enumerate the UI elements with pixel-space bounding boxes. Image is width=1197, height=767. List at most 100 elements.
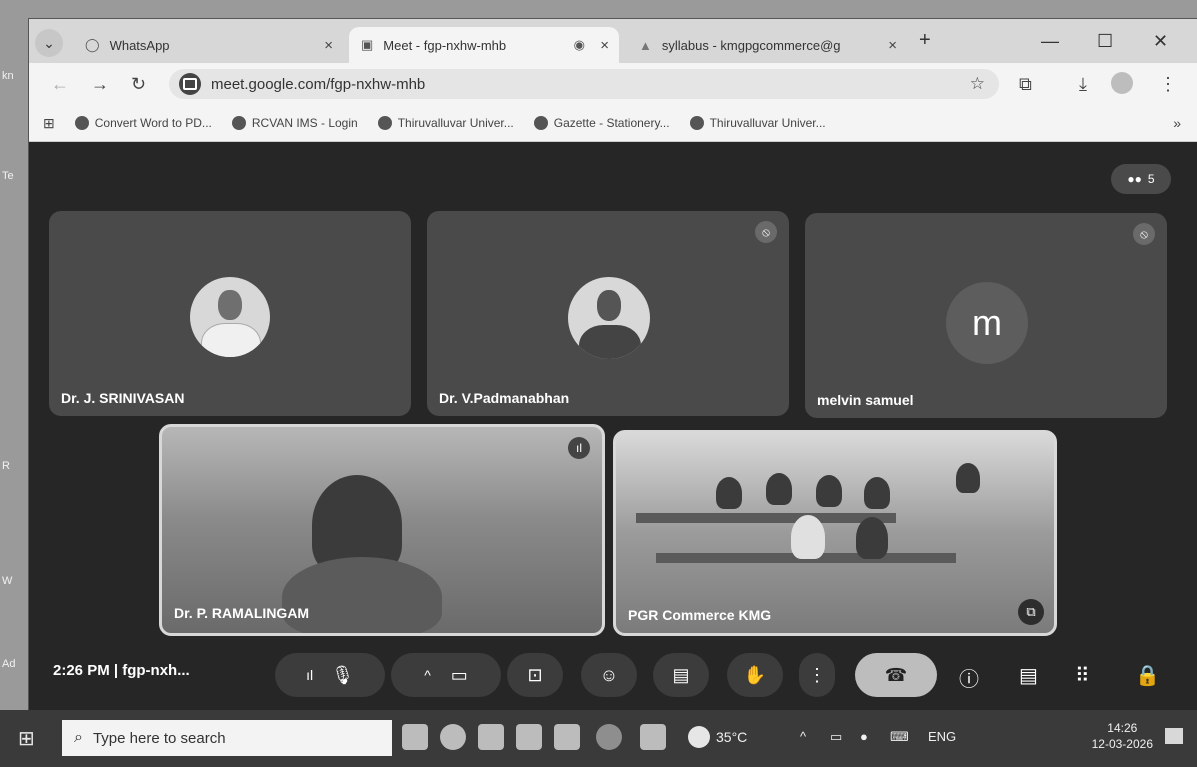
chrome-app-icon[interactable] <box>596 724 622 750</box>
back-icon[interactable]: ← <box>51 74 69 95</box>
bookmark-item[interactable]: Convert Word to PD... <box>74 116 212 130</box>
participant-name: Dr. J. SRINIVASAN <box>61 390 185 406</box>
meeting-info-icon[interactable]: ⓘ <box>959 663 979 692</box>
present-icon: ⊡ <box>527 664 543 685</box>
language-indicator[interactable]: ENG <box>928 729 956 744</box>
chat-icon[interactable]: ▤ <box>1019 663 1038 688</box>
close-icon[interactable]: × <box>324 37 333 54</box>
mic-icon: 🎙 <box>331 664 354 685</box>
reframe-icon[interactable]: ⧉ <box>1018 599 1044 625</box>
mic-off-icon: ⦸ <box>755 221 777 243</box>
bookmark-favicon-icon <box>74 116 89 130</box>
clock-date: 12-03-2026 <box>1091 737 1153 751</box>
bookmark-item[interactable]: RCVAN IMS - Login <box>231 116 358 130</box>
menu-icon[interactable]: ⋮ <box>1159 74 1177 95</box>
bookmark-label: Thiruvalluvar Univer... <box>709 116 826 130</box>
bookmark-label: Thiruvalluvar Univer... <box>397 116 514 130</box>
present-screen-button[interactable]: ⊡ <box>507 653 563 697</box>
edge-browser-icon[interactable] <box>440 724 466 750</box>
taskbar: ⊞ ⌕ Type here to search 35°C ^ ▭ ● ⌨ ENG… <box>0 710 1197 767</box>
close-window-button[interactable]: ✕ <box>1153 31 1168 52</box>
browser-window: ⌄ ◯ WhatsApp × ▣ Meet - fgp-nxhw-mhb ◉ ×… <box>28 18 1197 712</box>
store-app-icon[interactable] <box>516 724 542 750</box>
search-icon: ⌕ <box>74 729 83 746</box>
whatsapp-icon: ◯ <box>85 37 100 52</box>
classroom-desk <box>636 513 896 523</box>
meet-controls-bar: 2:26 PM | fgp-nxh... ıl 🎙 ^ ▭ ⊡ ☺ ▤ ✋ ⋮ … <box>29 641 1197 711</box>
desktop-icon-label[interactable]: kn <box>2 70 14 82</box>
apps-grid-icon[interactable]: ⊞ <box>43 115 55 132</box>
forward-icon[interactable]: → <box>91 74 109 95</box>
mail-app-icon[interactable] <box>402 724 428 750</box>
bookmark-item[interactable]: Thiruvalluvar Univer... <box>689 116 826 130</box>
participant-video-tile[interactable]: ıl Dr. P. RAMALINGAM <box>159 424 605 636</box>
tab-whatsapp[interactable]: ◯ WhatsApp × <box>73 27 343 63</box>
minimize-button[interactable]: — <box>1041 31 1059 52</box>
app-icon[interactable] <box>554 724 580 750</box>
participant-video-tile[interactable]: PGR Commerce KMG ⧉ <box>613 430 1057 636</box>
participant-count: 5 <box>1147 172 1155 186</box>
bookmark-label: Convert Word to PD... <box>94 116 212 130</box>
people-icon: ●● <box>1127 172 1142 186</box>
download-icon[interactable]: ⤓ <box>1079 74 1087 95</box>
globe-icon <box>533 116 548 130</box>
leave-call-button[interactable]: ☎ <box>855 653 937 697</box>
captions-button[interactable]: ▤ <box>653 653 709 697</box>
bookmark-item[interactable]: Thiruvalluvar Univer... <box>377 116 514 130</box>
camera-icon: ▭ <box>450 664 468 685</box>
network-icon[interactable]: ▭ <box>830 729 842 745</box>
windows-start-icon[interactable]: ⊞ <box>18 726 35 751</box>
keyboard-icon[interactable]: ⌨ <box>890 729 909 745</box>
meet-stage: ●● 5 Dr. J. SRINIVASAN ⦸ Dr. V.Padmanabh… <box>29 142 1197 711</box>
hand-icon: ✋ <box>743 664 767 685</box>
url-bar[interactable]: meet.google.com/fgp-nxhw-mhb ☆ <box>169 69 999 99</box>
activities-icon[interactable]: ⠿ <box>1075 663 1090 688</box>
tab-label: Meet - fgp-nxhw-mhb <box>383 37 507 53</box>
taskbar-search-box[interactable]: ⌕ Type here to search <box>62 720 392 756</box>
bookmark-star-icon[interactable]: ☆ <box>970 74 985 94</box>
participant-name: melvin samuel <box>817 392 914 408</box>
tab-strip: ⌄ ◯ WhatsApp × ▣ Meet - fgp-nxhw-mhb ◉ ×… <box>29 19 1197 63</box>
reload-icon[interactable]: ↻ <box>131 74 146 95</box>
desktop-icon-label[interactable]: W <box>2 575 12 587</box>
extensions-icon[interactable]: ⧉ <box>1019 74 1032 95</box>
desktop-icon-label[interactable]: Ad <box>2 658 15 670</box>
tab-label: WhatsApp <box>109 37 170 53</box>
camera-button[interactable]: ^ ▭ <box>391 653 501 697</box>
mic-button[interactable]: ıl 🎙 <box>275 653 385 697</box>
site-info-icon[interactable] <box>179 73 201 95</box>
desktop-icon-label[interactable]: Te <box>2 170 14 182</box>
emoji-reactions-button[interactable]: ☺ <box>581 653 637 697</box>
bookmark-item[interactable]: Gazette - Stationery... <box>533 116 670 130</box>
participant-tile[interactable]: ⦸ m melvin samuel <box>805 213 1167 418</box>
participant-tile[interactable]: Dr. J. SRINIVASAN <box>49 211 411 416</box>
participant-tile[interactable]: ⦸ Dr. V.Padmanabhan <box>427 211 789 416</box>
desktop-icon-label[interactable]: R <box>2 460 10 472</box>
weather-icon[interactable] <box>688 726 710 748</box>
close-icon[interactable]: × <box>888 37 897 54</box>
raise-hand-button[interactable]: ✋ <box>727 653 783 697</box>
more-options-button[interactable]: ⋮ <box>799 653 835 697</box>
profile-avatar[interactable] <box>1111 72 1133 94</box>
microphone-icon[interactable]: ● <box>860 729 868 744</box>
system-clock[interactable]: 14:26 12-03-2026 <box>1092 720 1153 752</box>
host-controls-icon[interactable]: 🔒 <box>1135 663 1160 688</box>
participant-video <box>282 557 442 633</box>
tab-meet[interactable]: ▣ Meet - fgp-nxhw-mhb ◉ × <box>349 27 619 63</box>
tab-search-icon[interactable]: ⌄ <box>35 29 63 57</box>
pdf-app-icon[interactable] <box>640 724 666 750</box>
bookmark-label: Gazette - Stationery... <box>553 116 670 130</box>
search-placeholder: Type here to search <box>92 729 226 747</box>
tray-chevron-icon[interactable]: ^ <box>800 729 806 744</box>
file-explorer-icon[interactable] <box>478 724 504 750</box>
participant-video <box>716 477 742 509</box>
participants-button[interactable]: ●● 5 <box>1111 164 1171 194</box>
close-icon[interactable]: × <box>600 37 609 54</box>
participant-video <box>766 473 792 505</box>
weather-temperature[interactable]: 35°C <box>716 729 747 745</box>
tab-syllabus[interactable]: ▲ syllabus - kmgpgcommerce@g × <box>627 27 907 63</box>
bookmarks-overflow-button[interactable]: » <box>1173 115 1181 131</box>
new-tab-button[interactable]: + <box>919 29 931 52</box>
notifications-icon[interactable] <box>1165 728 1183 744</box>
maximize-button[interactable]: ☐ <box>1097 31 1113 52</box>
